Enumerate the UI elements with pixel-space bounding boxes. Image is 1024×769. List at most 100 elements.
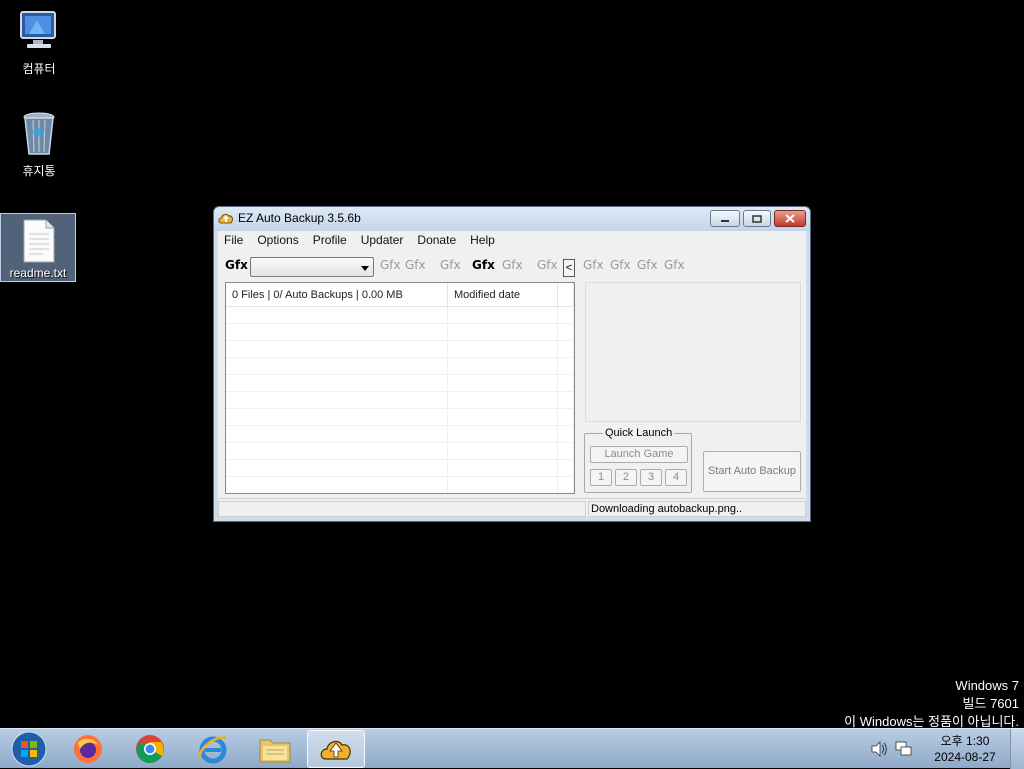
firefox-icon [74, 735, 102, 763]
menu-file[interactable]: File [218, 233, 251, 247]
desktop-icon-readme[interactable]: readme.txt [0, 213, 76, 282]
window-title: EZ Auto Backup 3.5.6b [238, 211, 361, 225]
menu-options[interactable]: Options [251, 233, 306, 247]
grid-cell [558, 477, 574, 493]
column-header-modified-date[interactable]: Modified date [448, 283, 558, 307]
folder-icon [259, 739, 291, 763]
start-button[interactable] [0, 730, 58, 768]
watermark-line-2: 빌드 7601 [962, 696, 1019, 711]
empty-grid-row [226, 307, 574, 324]
grid-cell [558, 341, 574, 357]
empty-grid-row [226, 324, 574, 341]
profile-select[interactable] [250, 257, 374, 277]
grid-cell [226, 307, 448, 323]
collapse-panel-button[interactable]: < [563, 259, 575, 277]
empty-grid-row [226, 460, 574, 477]
list-header: 0 Files | 0/ Auto Backups | 0.00 MB Modi… [226, 283, 574, 307]
grid-cell [558, 443, 574, 459]
image-preview [585, 282, 801, 422]
grid-cell [558, 392, 574, 408]
quick-launch-slot-1[interactable]: 1 [590, 469, 612, 486]
gfx-button-4[interactable]: Gfx [472, 258, 495, 272]
desktop-icon-recycle-bin[interactable]: 휴지통 [1, 110, 77, 179]
grid-cell [448, 341, 558, 357]
menu-updater[interactable]: Updater [355, 233, 412, 247]
app-cloud-icon [218, 213, 233, 224]
watermark-line-1: Windows 7 [955, 678, 1019, 693]
empty-grid-row [226, 341, 574, 358]
title-bar[interactable]: EZ Auto Backup 3.5.6b [214, 207, 810, 231]
grid-cell [558, 460, 574, 476]
grid-cell [558, 324, 574, 340]
desktop-icon-label: readme.txt [9, 266, 67, 280]
quick-launch-slot-4[interactable]: 4 [665, 469, 687, 486]
show-desktop-button[interactable] [1010, 729, 1024, 769]
grid-cell [226, 460, 448, 476]
launch-game-button[interactable]: Launch Game [590, 446, 688, 463]
desktop-icon-label: 컴퓨터 [22, 62, 56, 76]
text-file-icon [23, 219, 55, 263]
grid-cell [448, 460, 558, 476]
gfx-button-1[interactable]: Gfx [380, 258, 401, 272]
grid-cell [226, 477, 448, 493]
app-cloud-icon [320, 740, 351, 760]
gfx-button-7[interactable]: Gfx [583, 258, 604, 272]
grid-cell [558, 375, 574, 391]
menu-profile[interactable]: Profile [307, 233, 355, 247]
minimize-button[interactable] [710, 210, 740, 227]
system-clock[interactable]: 오후 1:30 2024-08-27 [925, 733, 1005, 765]
backup-file-list[interactable]: 0 Files | 0/ Auto Backups | 0.00 MB Modi… [225, 282, 575, 494]
main-panel: Gfx Gfx Gfx Gfx Gfx Gfx Gfx < Gfx Gfx Gf… [218, 249, 806, 517]
volume-icon[interactable] [870, 741, 888, 757]
grid-cell [226, 341, 448, 357]
computer-icon [20, 11, 56, 48]
grid-cell [226, 375, 448, 391]
close-icon [785, 214, 795, 223]
menu-donate[interactable]: Donate [411, 233, 464, 247]
taskbar-chrome[interactable] [121, 730, 179, 768]
grid-cell [226, 443, 448, 459]
close-button[interactable] [774, 210, 806, 227]
empty-grid-row [226, 409, 574, 426]
windows-logo-icon [11, 731, 47, 767]
grid-cell [448, 477, 558, 493]
grid-cell [558, 426, 574, 442]
gfx-button-5[interactable]: Gfx [502, 258, 523, 272]
menu-help[interactable]: Help [464, 233, 503, 247]
list-body [226, 307, 574, 493]
grid-cell [448, 426, 558, 442]
desktop-icon-computer[interactable]: 컴퓨터 [1, 8, 77, 77]
quick-launch-slot-3[interactable]: 3 [640, 469, 662, 486]
grid-cell [448, 392, 558, 408]
grid-cell [448, 358, 558, 374]
gfx-button-2[interactable]: Gfx [405, 258, 426, 272]
taskbar-firefox[interactable] [59, 730, 117, 768]
gfx-button-9[interactable]: Gfx [637, 258, 658, 272]
grid-cell [226, 324, 448, 340]
windows-watermark: Windows 7 빌드 7601 이 Windows는 정품이 아닙니다. [844, 677, 1019, 731]
ez-auto-backup-window: EZ Auto Backup 3.5.6b File Options Profi… [213, 206, 811, 522]
gfx-button-6[interactable]: Gfx [537, 258, 558, 272]
network-icon[interactable] [895, 741, 913, 757]
grid-cell [226, 392, 448, 408]
empty-grid-row [226, 426, 574, 443]
gfx-button-8[interactable]: Gfx [610, 258, 631, 272]
taskbar-file-explorer[interactable] [246, 730, 304, 768]
grid-cell [226, 358, 448, 374]
gfx-button-10[interactable]: Gfx [664, 258, 685, 272]
gfx-button-3[interactable]: Gfx [440, 258, 461, 272]
maximize-icon [752, 214, 762, 223]
quick-launch-slot-2[interactable]: 2 [615, 469, 637, 486]
empty-grid-row [226, 358, 574, 375]
grid-cell [226, 426, 448, 442]
grid-cell [448, 375, 558, 391]
column-header-files[interactable]: 0 Files | 0/ Auto Backups | 0.00 MB [226, 283, 448, 307]
column-header-spacer [558, 283, 574, 307]
start-auto-backup-button[interactable]: Start Auto Backup [703, 451, 801, 492]
grid-cell [448, 443, 558, 459]
maximize-button[interactable] [743, 210, 771, 227]
grid-cell [448, 324, 558, 340]
taskbar-ez-auto-backup[interactable] [307, 730, 365, 768]
taskbar-internet-explorer[interactable] [184, 730, 242, 768]
grid-cell [226, 409, 448, 425]
